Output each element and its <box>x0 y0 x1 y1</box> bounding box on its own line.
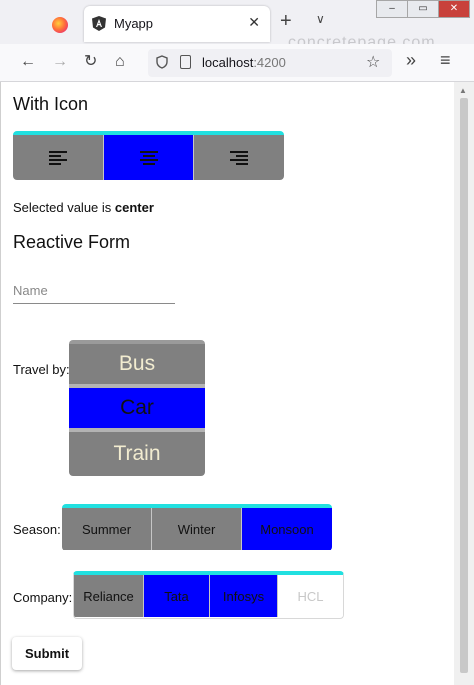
season-option-monsoon[interactable]: Monsoon <box>242 508 332 550</box>
home-icon[interactable]: ⌂ <box>115 53 125 71</box>
format-align-left-icon <box>49 150 67 165</box>
vertical-scrollbar[interactable]: ▲ <box>454 82 474 685</box>
menu-icon[interactable]: ≡ <box>440 51 451 69</box>
company-option-reliance[interactable]: Reliance <box>74 575 144 617</box>
angular-icon <box>92 16 106 31</box>
format-align-right-icon <box>230 150 248 165</box>
company-label: Company: <box>13 590 73 605</box>
firefox-icon <box>52 17 68 33</box>
scroll-thumb[interactable] <box>460 98 468 673</box>
active-tab[interactable]: Myapp ✕ <box>84 6 270 42</box>
name-input[interactable] <box>13 278 175 304</box>
travel-option-train[interactable]: Train <box>69 432 205 476</box>
company-toggle-group: Reliance Tata Infosys HCL <box>73 571 344 619</box>
restore-icon[interactable]: ▭ <box>408 1 439 17</box>
shield-icon <box>156 55 168 69</box>
company-option-hcl[interactable]: HCL <box>278 575 343 617</box>
url-port: :4200 <box>253 55 286 70</box>
bookmark-star-icon[interactable]: ☆ <box>366 52 380 72</box>
selected-value: center <box>114 200 154 215</box>
url-text[interactable]: localhost:4200 <box>202 55 286 70</box>
page-content: With Icon Selected value is center React… <box>0 82 454 685</box>
url-bar[interactable]: localhost:4200 <box>148 49 392 77</box>
season-label: Season: <box>13 522 61 537</box>
season-option-winter[interactable]: Winter <box>152 508 242 550</box>
travel-label: Travel by: <box>13 362 70 377</box>
align-right-button[interactable] <box>194 135 284 180</box>
browser-titlebar: Myapp ✕ + ∨ – ▭ ✕ concretepage.com <box>0 0 474 51</box>
window-controls: – ▭ ✕ <box>376 0 470 18</box>
minimize-icon[interactable]: – <box>377 1 408 17</box>
overflow-icon[interactable]: » <box>406 51 416 69</box>
align-toggle-group <box>13 131 284 180</box>
format-align-center-icon <box>139 150 158 165</box>
tab-close-icon[interactable]: ✕ <box>248 14 260 31</box>
page-icon <box>180 55 191 69</box>
company-option-tata[interactable]: Tata <box>144 575 210 617</box>
travel-toggle-group: Bus Car Train <box>69 340 205 476</box>
icon-heading: With Icon <box>13 94 89 114</box>
forward-icon[interactable]: → <box>52 53 68 71</box>
selected-prefix: Selected value is <box>13 200 112 215</box>
selected-value-text: Selected value is center <box>13 200 154 215</box>
scroll-up-icon[interactable]: ▲ <box>459 86 467 95</box>
back-icon[interactable]: ← <box>20 53 36 71</box>
submit-button[interactable]: Submit <box>12 637 82 670</box>
browser-navbar: ← → ↻ ⌂ localhost:4200 ☆ » ≡ <box>0 44 474 82</box>
tab-title: Myapp <box>114 16 154 31</box>
align-left-button[interactable] <box>13 135 104 180</box>
season-option-summer[interactable]: Summer <box>62 508 152 550</box>
window-close-icon[interactable]: ✕ <box>439 1 469 17</box>
align-center-button[interactable] <box>104 135 194 180</box>
form-heading: Reactive Form <box>13 232 131 252</box>
travel-option-bus[interactable]: Bus <box>69 344 205 388</box>
season-toggle-group: Summer Winter Monsoon <box>62 504 332 551</box>
new-tab-icon[interactable]: + <box>280 11 292 31</box>
company-option-infosys[interactable]: Infosys <box>210 575 278 617</box>
url-host: localhost <box>202 55 254 70</box>
inactive-tab[interactable] <box>8 8 76 40</box>
travel-option-car[interactable]: Car <box>69 388 205 432</box>
reload-icon[interactable]: ↻ <box>84 53 97 71</box>
tab-list-icon[interactable]: ∨ <box>316 12 325 26</box>
